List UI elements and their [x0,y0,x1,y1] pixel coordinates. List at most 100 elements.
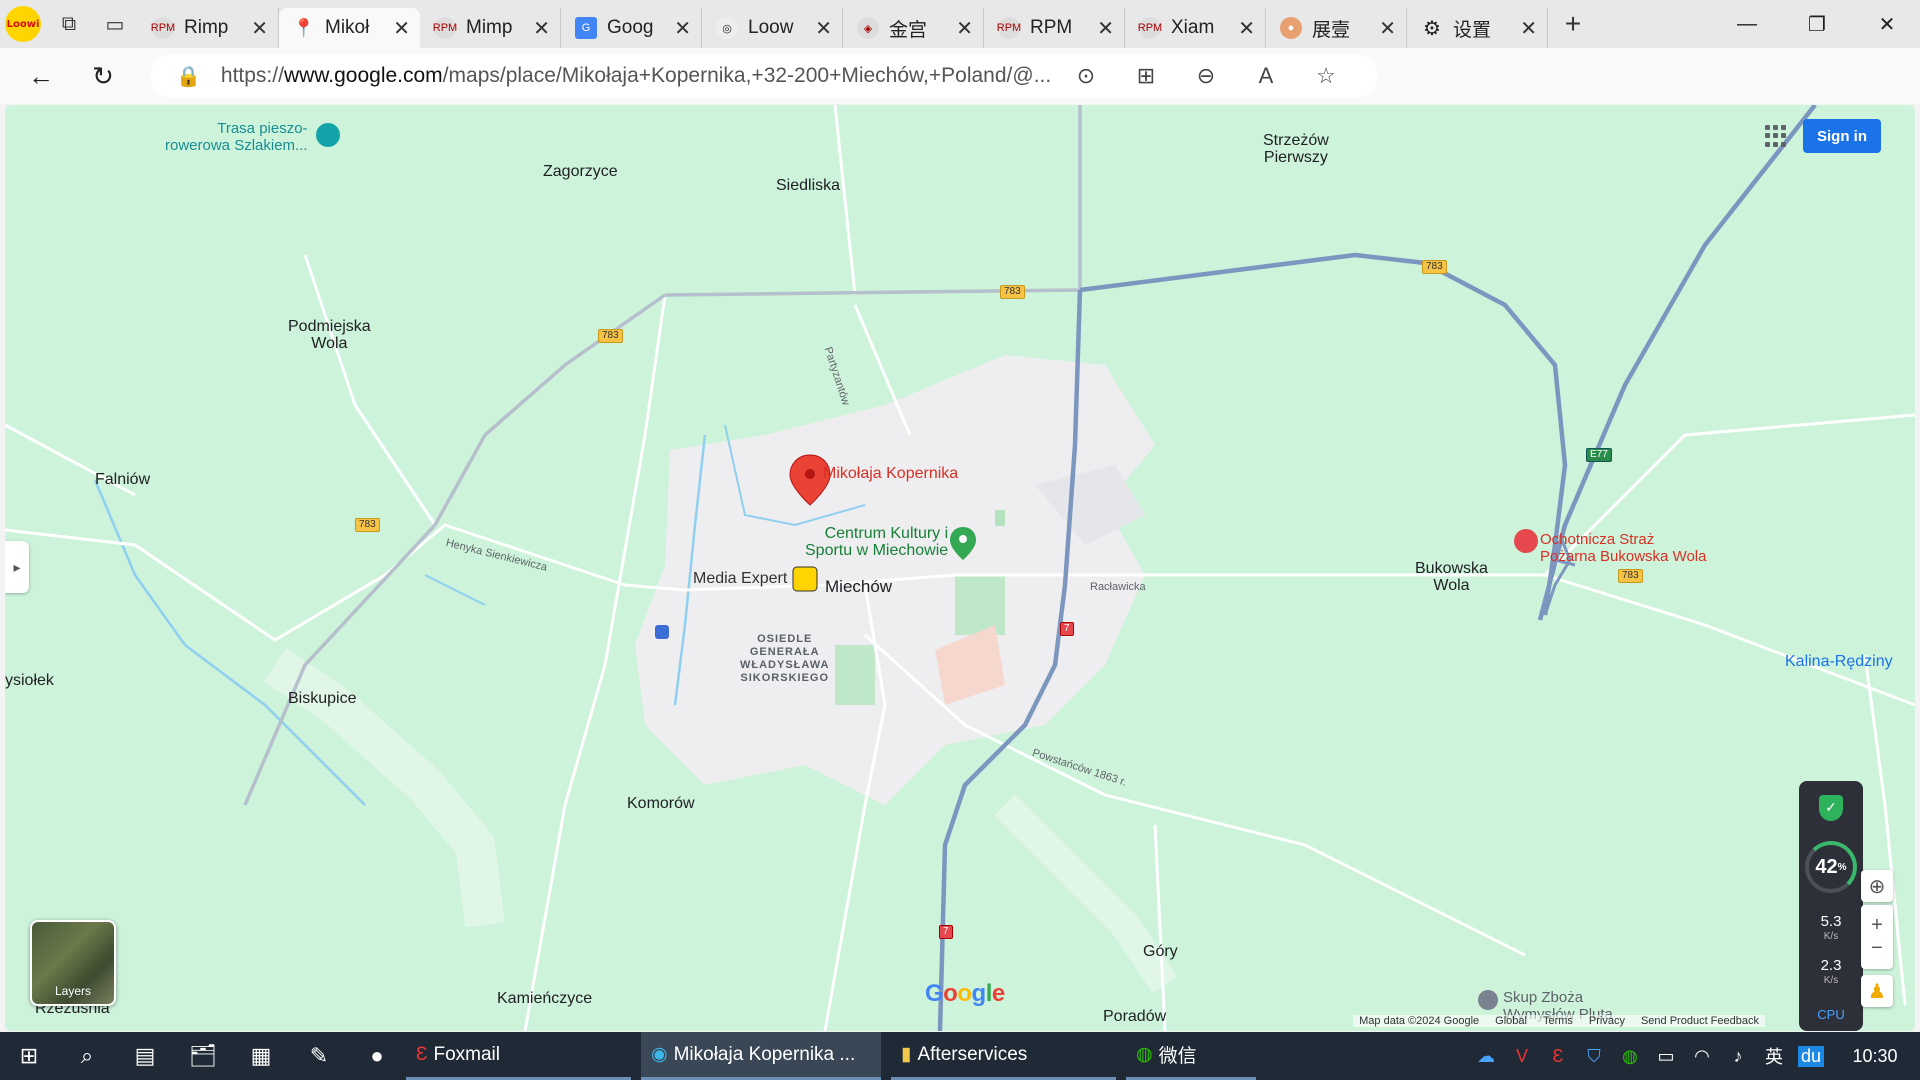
network-monitor-widget[interactable]: ✓ 42% 5.3 K/s 2.3 K/s CPU [1799,781,1863,1031]
calculator-icon[interactable]: ▦ [232,1032,290,1080]
place-podmiejska-wola[interactable]: Podmiejska Wola [288,318,371,352]
tab-xiam[interactable]: RPM Xiam ✕ [1125,8,1266,48]
vivaldi-icon[interactable]: V [1504,1046,1540,1067]
close-tab-icon[interactable]: ✕ [393,16,410,41]
security-shield-icon[interactable]: ⛉ [1576,1046,1612,1067]
clock-time[interactable]: 10:30 [1830,1046,1920,1067]
place-osiedle-sikorskiego[interactable]: OSIEDLE GENERAŁA WŁADYSŁAWA SIKORSKIEGO [740,633,829,685]
close-tab-icon[interactable]: ✕ [251,16,268,41]
volume-icon[interactable]: ♪ [1720,1046,1756,1067]
foxmail-icon: Ɛ [416,1043,428,1065]
tab-title: RPM [1030,17,1073,38]
foxmail-tray-icon[interactable]: Ɛ [1540,1046,1576,1067]
poi-media-expert-label[interactable]: Media Expert [693,570,787,587]
place-poradow[interactable]: Poradów [1103,1008,1166,1025]
place-ysiolek[interactable]: ysiołek [5,672,54,689]
workspaces-icon[interactable]: ⧉ [46,0,92,48]
cpu-percent: 42 [1815,855,1838,878]
google-apps-icon[interactable] [1765,125,1787,147]
place-kamienczyce[interactable]: Kamieńczyce [497,990,592,1007]
wifi-icon[interactable]: ◠ [1684,1046,1720,1067]
notepad-icon[interactable]: ✎ [290,1032,348,1080]
layers-button[interactable]: Layers [30,920,116,1006]
pegman-icon[interactable]: ♟ [1861,975,1893,1007]
attrib-terms[interactable]: Terms [1543,1015,1573,1027]
poi-centrum-label[interactable]: Centrum Kultury i Sportu w Miechowie [805,525,948,559]
zoom-out-icon[interactable]: ⊖ [1176,63,1236,89]
close-tab-icon[interactable]: ✕ [1520,16,1537,41]
place-gory[interactable]: Góry [1143,943,1178,960]
wechat-tray-icon[interactable]: ◍ [1612,1046,1648,1067]
tab-actions-icon[interactable]: ▭ [92,0,138,48]
close-tab-icon[interactable]: ✕ [533,16,550,41]
tab-rpm[interactable]: RPM RPM ✕ [984,8,1125,48]
place-kalina-redziny[interactable]: Kalina-Rędziny [1785,653,1893,670]
poi-pin-label[interactable]: Mikołaja Kopernika [823,465,958,482]
app-available-icon[interactable]: ⊞ [1116,63,1176,89]
attrib-feedback[interactable]: Send Product Feedback [1641,1015,1759,1027]
place-komorow[interactable]: Komorów [627,795,695,812]
tab-rimp[interactable]: RPM Rimp ✕ [138,8,279,48]
ime-indicator[interactable]: 英 [1756,1043,1792,1069]
tab-google[interactable]: G Goog ✕ [561,8,702,48]
my-location-button[interactable]: ⊕ [1861,870,1893,902]
task-view-icon[interactable]: ▤ [116,1032,174,1080]
close-tab-icon[interactable]: ✕ [1097,16,1114,41]
close-tab-icon[interactable]: ✕ [674,16,691,41]
place-bukowska-wola[interactable]: Bukowska Wola [1415,560,1488,594]
location-icon[interactable]: ⊙ [1056,63,1116,89]
place-siedliska[interactable]: Siedliska [776,177,840,194]
start-windows-icon[interactable]: ⊞ [0,1032,58,1080]
sign-in-button[interactable]: Sign in [1803,119,1881,153]
read-aloud-icon[interactable]: A [1236,63,1296,89]
baidu-input-icon[interactable]: du [1798,1045,1824,1067]
place-falniow[interactable]: Falniów [95,471,150,488]
lock-icon[interactable]: 🔒 [176,64,201,89]
rpm-favicon-icon: RPM [997,17,1021,39]
new-tab-button[interactable]: + [1548,8,1598,40]
close-tab-icon[interactable]: ✕ [1238,16,1255,41]
zoom-in-button[interactable]: + [1871,914,1883,937]
refresh-button[interactable]: ↻ [72,48,134,104]
loow-favicon-icon: ◎ [716,17,738,39]
poi-straz-label[interactable]: Ochotnicza Straż Pożarna Bukowska Wola [1540,531,1706,565]
tab-zhanyi[interactable]: ● 展壹 ✕ [1266,8,1407,48]
close-tab-icon[interactable]: ✕ [1379,16,1396,41]
expand-side-panel-button[interactable]: ▸ [5,541,29,593]
tab-jingong[interactable]: ◈ 金宫 ✕ [843,8,984,48]
folder-app-icon[interactable]: 🗂 [174,1032,232,1080]
place-biskupice[interactable]: Biskupice [288,690,356,707]
tab-loow[interactable]: ◎ Loow ✕ [702,8,843,48]
taskbar-edge[interactable]: ◉ Mikołaja Kopernika ... [641,1032,881,1080]
close-window-button[interactable]: ✕ [1852,0,1920,48]
paint-app-icon[interactable]: ● [348,1032,406,1080]
restore-button[interactable]: ❐ [1782,0,1852,48]
attrib-privacy[interactable]: Privacy [1589,1015,1625,1027]
tab-settings[interactable]: ⚙ 设置 ✕ [1407,8,1548,48]
place-strzezow[interactable]: Strzeżów Pierwszy [1263,132,1329,166]
close-tab-icon[interactable]: ✕ [815,16,832,41]
url-bar[interactable]: 🔒 https://www.google.com/maps/place/Miko… [150,54,1378,98]
search-icon[interactable]: ⌕ [58,1032,116,1080]
map-canvas[interactable]: Zagorzyce Siedliska Strzeżów Pierwszy Po… [5,105,1915,1031]
favorite-star-icon[interactable]: ☆ [1296,63,1356,89]
loowi-logo-icon: Loowi [5,6,41,42]
back-button[interactable]: ← [10,48,72,104]
place-miechow[interactable]: Miechów [825,578,892,595]
place-zagorzyce[interactable]: Zagorzyce [543,163,618,180]
layers-label: Layers [54,984,92,998]
tab-mikolaja[interactable]: 📍 Mikoł ✕ [279,8,420,48]
browser-profile-logo[interactable]: Loowi [0,0,46,48]
onedrive-icon[interactable]: ☁ [1468,1046,1504,1067]
tab-mimp[interactable]: RPM Mimp ✕ [420,8,561,48]
zoom-out-button[interactable]: − [1871,937,1883,960]
attrib-global[interactable]: Global [1495,1015,1527,1027]
poi-trasa-label[interactable]: Trasa pieszo- rowerowa Szlakiem... [165,120,308,154]
battery-icon[interactable]: ▭ [1648,1046,1684,1067]
minimize-button[interactable]: — [1712,0,1782,48]
taskbar-foxmail[interactable]: Ɛ Foxmail [406,1032,631,1080]
taskbar-afterservices[interactable]: ▮ Afterservices [891,1032,1116,1080]
wechat-icon: ◍ [1136,1044,1153,1065]
taskbar-wechat[interactable]: ◍ 微信 [1126,1032,1256,1080]
close-tab-icon[interactable]: ✕ [956,16,973,41]
